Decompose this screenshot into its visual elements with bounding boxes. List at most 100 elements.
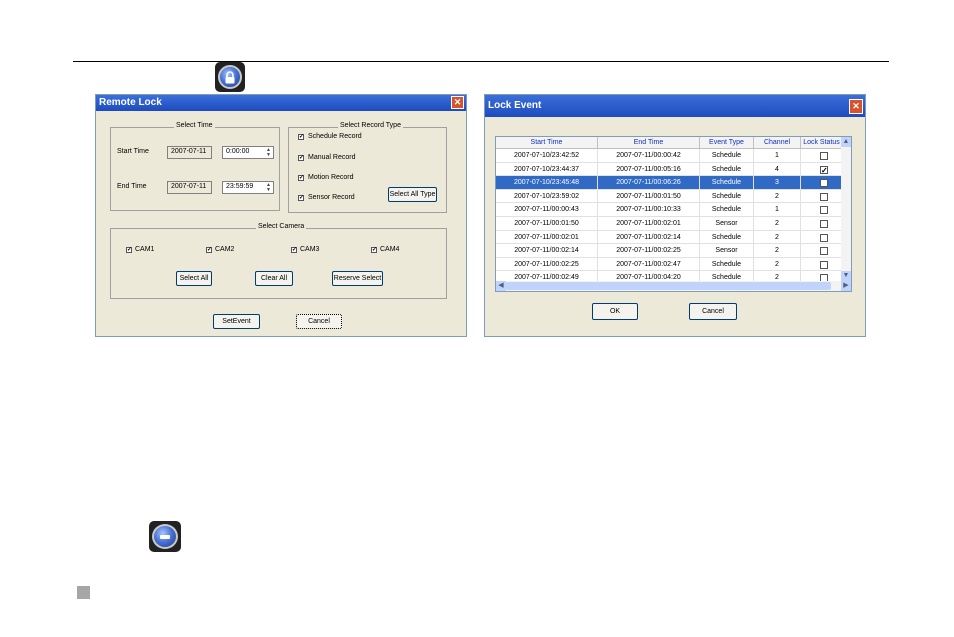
clear-all-button[interactable]: Clear All [255, 271, 293, 286]
remote-lock-dialog: Remote Lock ✕ Select Time Start Time 200… [95, 94, 467, 337]
close-icon[interactable]: ✕ [849, 99, 863, 114]
cell-end: 2007-07-11/00:06:26 [598, 176, 700, 190]
lock-status-checkbox[interactable] [820, 220, 828, 228]
cell-type: Schedule [700, 257, 754, 272]
cam2-label: CAM2 [215, 246, 235, 253]
cam2-checkbox[interactable]: ✓ [206, 247, 212, 253]
cell-lock-status: ✓ [801, 176, 843, 190]
cell-end: 2007-07-11/00:00:42 [598, 149, 700, 163]
cell-channel: 4 [754, 162, 801, 177]
cell-channel: 2 [754, 257, 801, 272]
remote-lock-title: Remote Lock [99, 97, 162, 108]
top-rule [73, 61, 889, 62]
lock-event-table[interactable]: Start Time End Time Event Type Channel L… [495, 136, 852, 292]
horizontal-scrollbar[interactable]: ◀ ▶ [496, 281, 851, 291]
manual-record-checkbox[interactable]: ✓ [298, 155, 304, 161]
table-row[interactable]: 2007-07-11/00:02:01 2007-07-11/00:02:14 Sc… [496, 230, 843, 245]
table-row[interactable]: 2007-07-10/23:59:02 2007-07-11/00:01:50 Sc… [496, 189, 843, 204]
table-row[interactable]: 2007-07-11/00:00:43 2007-07-11/00:10:33 Sc… [496, 203, 843, 217]
select-all-button[interactable]: Select All [176, 271, 212, 286]
cam1-checkbox[interactable]: ✓ [126, 247, 132, 253]
col-channel[interactable]: Channel [754, 137, 801, 149]
cell-start: 2007-07-10/23:42:52 [496, 149, 598, 163]
cell-start: 2007-07-11/00:02:25 [496, 257, 598, 272]
cell-type: Schedule [700, 176, 754, 190]
start-date-field[interactable]: 2007-07-11 [167, 146, 212, 159]
table-row[interactable]: 2007-07-10/23:45:48 2007-07-11/00:06:26 Sc… [496, 176, 843, 190]
cell-type: Schedule [700, 149, 754, 163]
lock-status-checkbox[interactable] [820, 152, 828, 160]
select-camera-label: Select Camera [256, 223, 307, 230]
cam4-checkbox[interactable]: ✓ [371, 247, 377, 253]
cell-type: Sensor [700, 217, 754, 231]
cell-end: 2007-07-11/00:02:47 [598, 257, 700, 272]
motion-record-label: Motion Record [308, 174, 354, 181]
scroll-right-icon[interactable]: ▶ [841, 281, 851, 291]
cam3-label: CAM3 [300, 246, 320, 253]
col-event-type[interactable]: Event Type [700, 137, 754, 149]
table-row[interactable]: 2007-07-11/00:01:50 2007-07-11/00:02:01 Se… [496, 217, 843, 231]
ok-button[interactable]: OK [592, 303, 638, 320]
col-lock-status[interactable]: Lock Status [801, 137, 843, 149]
unlock-button-icon[interactable] [149, 521, 181, 552]
select-time-label: Select Time [174, 122, 215, 129]
lock-event-cancel-button[interactable]: Cancel [689, 303, 737, 320]
motion-record-checkbox[interactable]: ✓ [298, 175, 304, 181]
end-date-field[interactable]: 2007-07-11 [167, 181, 212, 194]
reverse-select-button[interactable]: Reserve Select [332, 271, 383, 286]
start-time-value: 0:00:00 [226, 148, 250, 155]
cell-lock-status [801, 230, 843, 245]
table-row[interactable]: 2007-07-11/00:02:14 2007-07-11/00:02:25 Se… [496, 244, 843, 258]
start-time-label: Start Time [117, 148, 149, 155]
start-time-spinner[interactable]: ▲ ▼ [265, 148, 272, 158]
cell-lock-status [801, 217, 843, 231]
cell-start: 2007-07-10/23:45:48 [496, 176, 598, 190]
cell-type: Sensor [700, 244, 754, 258]
sensor-record-checkbox[interactable]: ✓ [298, 195, 304, 201]
cell-type: Schedule [700, 162, 754, 177]
cell-channel: 2 [754, 244, 801, 258]
table-header: Start Time End Time Event Type Channel L… [496, 137, 843, 149]
record-type-label: Select Record Type [338, 122, 403, 129]
cell-start: 2007-07-11/00:02:01 [496, 230, 598, 245]
col-start-time[interactable]: Start Time [496, 137, 598, 149]
remote-lock-titlebar: Remote Lock [96, 95, 466, 111]
scroll-down-icon[interactable]: ▼ [841, 271, 851, 281]
lock-status-checkbox[interactable] [820, 260, 828, 269]
scroll-up-icon[interactable]: ▲ [841, 137, 851, 147]
vertical-scrollbar[interactable]: ▲ ▼ [841, 137, 851, 281]
end-time-spinner[interactable]: ▲ ▼ [265, 183, 272, 193]
lock-status-checkbox[interactable] [820, 247, 828, 256]
cell-channel: 2 [754, 217, 801, 231]
unlock-icon [160, 534, 170, 539]
table-row[interactable]: 2007-07-10/23:42:52 2007-07-11/00:00:42 Sc… [496, 149, 843, 163]
lock-button-icon[interactable] [215, 62, 245, 92]
cell-type: Schedule [700, 189, 754, 204]
schedule-record-checkbox[interactable]: ✓ [298, 134, 304, 140]
table-row[interactable]: 2007-07-11/00:02:25 2007-07-11/00:02:47 Sc… [496, 257, 843, 272]
horizontal-scroll-thumb[interactable] [506, 282, 831, 290]
select-all-type-button[interactable]: Select All Type [388, 187, 437, 202]
end-time-label: End Time [117, 183, 147, 190]
cell-end: 2007-07-11/00:02:25 [598, 244, 700, 258]
lock-status-checkbox[interactable]: ✓ [820, 165, 828, 174]
manual-record-label: Manual Record [308, 154, 356, 161]
set-event-button[interactable]: SetEvent [213, 314, 260, 329]
cell-end: 2007-07-11/00:02:01 [598, 217, 700, 231]
close-icon[interactable]: ✕ [451, 96, 464, 109]
col-end-time[interactable]: End Time [598, 137, 700, 149]
schedule-record-label: Schedule Record [308, 133, 362, 140]
lock-status-checkbox[interactable] [820, 233, 828, 242]
lock-status-checkbox[interactable] [820, 192, 828, 201]
lock-status-checkbox[interactable]: ✓ [820, 179, 828, 188]
cell-channel: 2 [754, 189, 801, 204]
sensor-record-label: Sensor Record [308, 194, 355, 201]
table-row[interactable]: 2007-07-10/23:44:37 2007-07-11/00:05:16 Sc… [496, 162, 843, 177]
remote-lock-cancel-button[interactable]: Cancel [296, 314, 342, 329]
start-time-field[interactable]: 0:00:00 ▲ ▼ [222, 146, 274, 159]
scroll-left-icon[interactable]: ◀ [496, 281, 506, 291]
lock-status-checkbox[interactable] [820, 206, 828, 215]
cam3-checkbox[interactable]: ✓ [291, 247, 297, 253]
end-time-field[interactable]: 23:59:59 ▲ ▼ [222, 181, 274, 194]
cell-lock-status [801, 203, 843, 217]
